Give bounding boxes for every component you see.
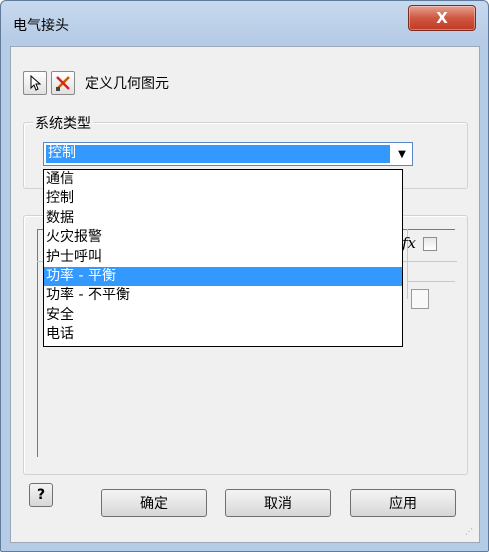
- dropdown-option[interactable]: 护士呼叫: [44, 248, 402, 267]
- system-type-dropdown-list[interactable]: 通信 控制 数据 火灾报警 护士呼叫 功率 - 平衡 功率 - 不平衡 安全 电…: [43, 169, 403, 347]
- apply-button-label: 应用: [389, 496, 417, 512]
- cursor-icon: [30, 75, 42, 91]
- parameters-row-line-2: [407, 281, 455, 282]
- parameter-cell-control[interactable]: [411, 289, 429, 309]
- fx-checkbox[interactable]: [423, 237, 437, 251]
- system-type-selected-value: 控制: [46, 145, 390, 163]
- help-icon: ?: [36, 487, 46, 503]
- dropdown-option[interactable]: 功率 - 不平衡: [44, 286, 402, 305]
- ok-button[interactable]: 确定: [101, 489, 207, 517]
- dropdown-option[interactable]: 安全: [44, 306, 402, 325]
- chevron-down-icon[interactable]: ▼: [394, 146, 410, 162]
- cancel-button[interactable]: 取消: [225, 489, 331, 517]
- cancel-button-label: 取消: [264, 496, 292, 512]
- help-button[interactable]: ?: [29, 483, 53, 507]
- close-button[interactable]: X: [408, 5, 476, 31]
- define-geometry-button[interactable]: [51, 71, 75, 95]
- system-type-group-title: 系统类型: [33, 113, 93, 133]
- fx-label: fx: [402, 234, 417, 252]
- close-icon: X: [436, 9, 448, 27]
- dropdown-option[interactable]: 数据: [44, 209, 402, 228]
- dropdown-option-highlighted[interactable]: 功率 - 平衡: [44, 266, 402, 287]
- resize-grip[interactable]: ⋰: [465, 528, 475, 538]
- apply-button[interactable]: 应用: [350, 489, 456, 517]
- parameters-list-border: [37, 229, 38, 457]
- select-pointer-button[interactable]: [23, 71, 47, 95]
- window-title: 电气接头: [13, 18, 69, 34]
- define-geometry-label: 定义几何图元: [85, 76, 169, 92]
- system-type-combobox[interactable]: 控制 ▼: [43, 142, 413, 166]
- dropdown-option[interactable]: 控制: [44, 189, 402, 208]
- define-geometry-icon: [56, 76, 70, 91]
- dropdown-option[interactable]: 通信: [44, 170, 402, 189]
- dropdown-option[interactable]: 火灾报警: [44, 228, 402, 247]
- dropdown-option[interactable]: 电话: [44, 325, 402, 344]
- ok-button-label: 确定: [140, 496, 168, 512]
